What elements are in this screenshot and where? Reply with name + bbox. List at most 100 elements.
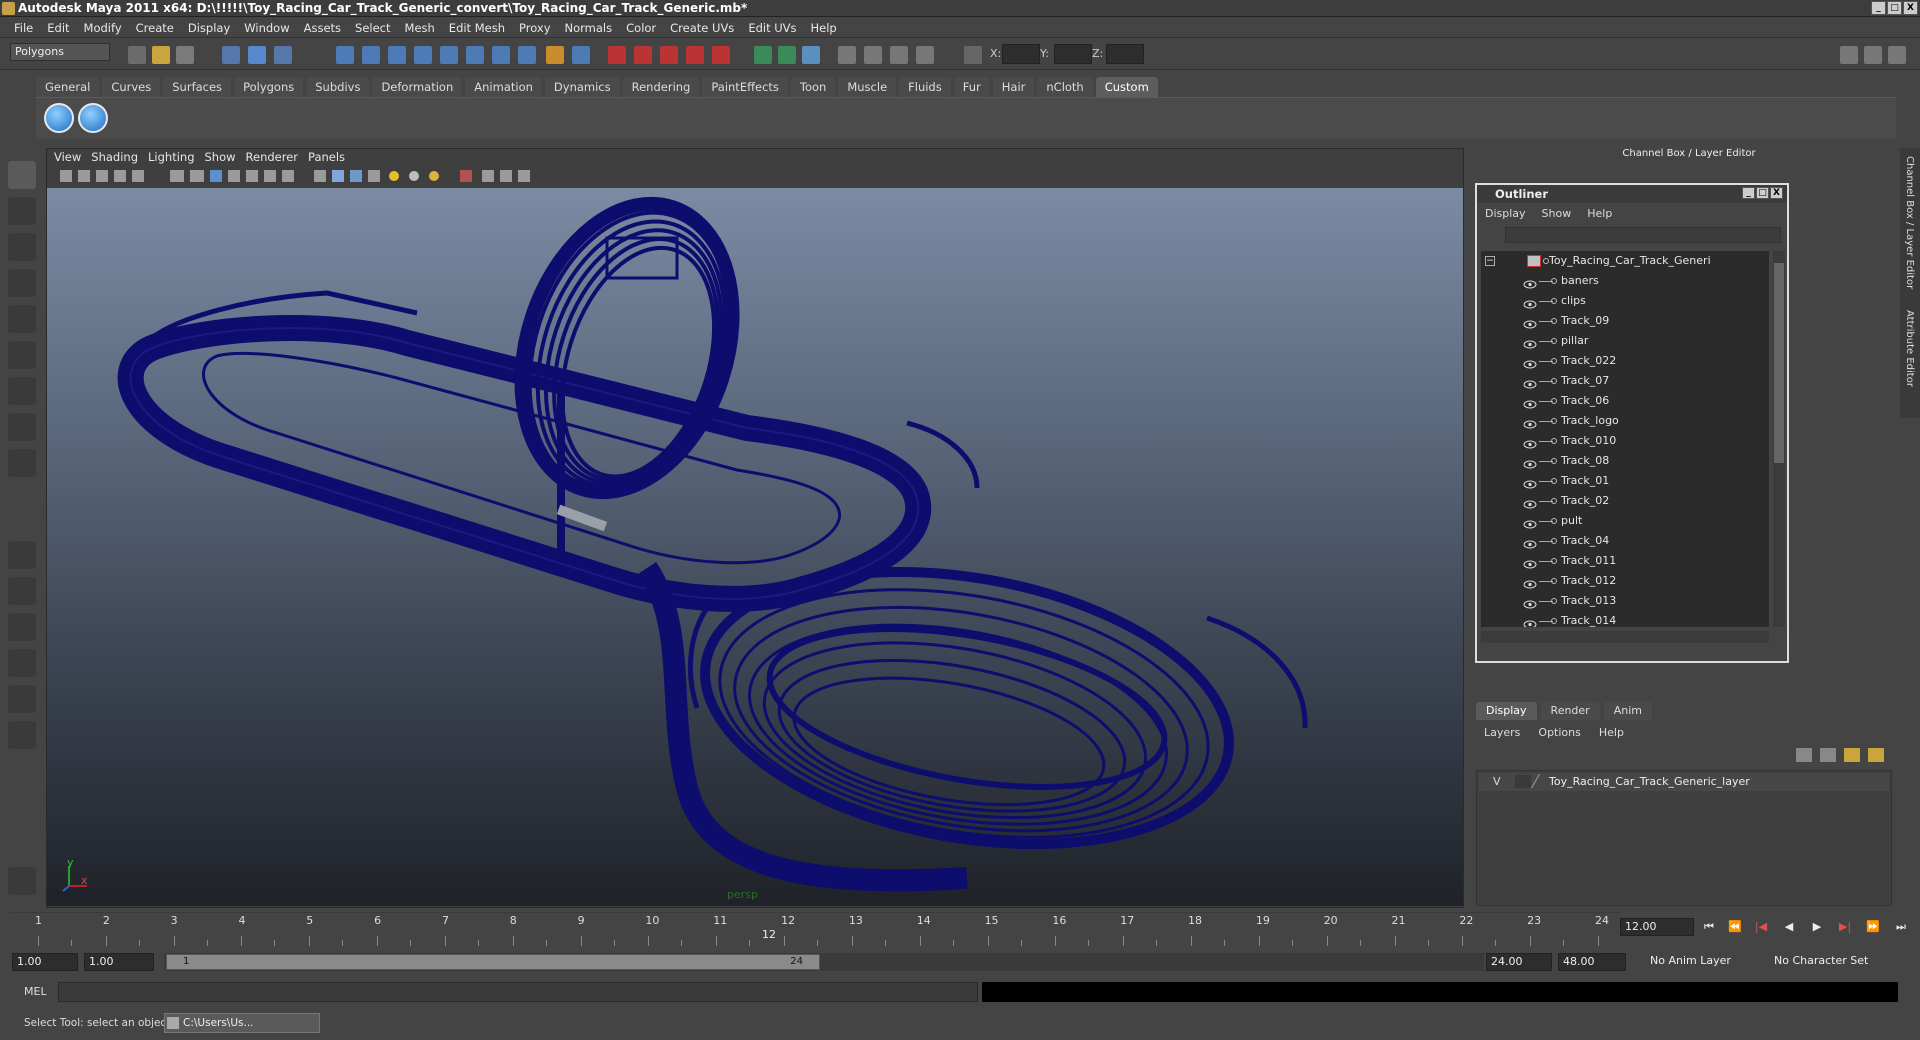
outliner-vertical-scrollbar[interactable] bbox=[1773, 251, 1785, 627]
shelf-tab-surfaces[interactable]: Surfaces bbox=[163, 77, 232, 97]
layer-tab-display[interactable]: Display bbox=[1476, 702, 1537, 720]
outliner-item[interactable]: Track_013 bbox=[1481, 591, 1769, 611]
soft-mod-icon[interactable] bbox=[8, 413, 36, 441]
menu-set-dropdown[interactable]: Polygons bbox=[10, 43, 110, 61]
outliner-item[interactable]: Track_011 bbox=[1481, 551, 1769, 571]
layout-icon-1[interactable] bbox=[1840, 46, 1858, 64]
outliner-item[interactable]: Track_09 bbox=[1481, 311, 1769, 331]
x-field[interactable] bbox=[1002, 44, 1040, 64]
move-up-icon[interactable] bbox=[1844, 748, 1860, 762]
checkmark-shelf-icon-2[interactable] bbox=[78, 103, 108, 133]
channel-toggle-icon[interactable] bbox=[802, 46, 820, 64]
shelf-tab-animation[interactable]: Animation bbox=[465, 77, 542, 97]
menu-edit[interactable]: Edit bbox=[41, 21, 77, 35]
outliner-horizontal-scrollbar[interactable] bbox=[1481, 631, 1769, 643]
layout-four-icon[interactable] bbox=[8, 577, 36, 605]
outliner-scroll-thumb[interactable] bbox=[1774, 263, 1784, 463]
outliner-item[interactable]: Track_06 bbox=[1481, 391, 1769, 411]
outliner-item[interactable]: Track_04 bbox=[1481, 531, 1769, 551]
select-tool-icon[interactable] bbox=[8, 161, 36, 189]
shelf-tab-dynamics[interactable]: Dynamics bbox=[544, 77, 620, 97]
scale-tool-icon[interactable] bbox=[8, 341, 36, 369]
outliner-item[interactable]: Track_010 bbox=[1481, 431, 1769, 451]
mel-input-field[interactable] bbox=[58, 982, 978, 1002]
input-line-icon[interactable] bbox=[754, 46, 772, 64]
shelf-tab-general[interactable]: General bbox=[36, 77, 100, 97]
manipulator-tool-icon[interactable] bbox=[8, 377, 36, 405]
menu-window[interactable]: Window bbox=[238, 21, 297, 35]
outliner-item[interactable]: Track_014 bbox=[1481, 611, 1769, 627]
outliner-minimize-button[interactable]: _ bbox=[1742, 187, 1755, 199]
menu-create-uvs[interactable]: Create UVs bbox=[664, 21, 742, 35]
snap-point-icon[interactable] bbox=[388, 46, 406, 64]
layout-icon-3[interactable] bbox=[1888, 46, 1906, 64]
shelf-tab-custom[interactable]: Custom bbox=[1095, 77, 1158, 97]
playback-end-field[interactable]: 24.00 bbox=[1486, 953, 1552, 971]
rename-icon[interactable] bbox=[778, 46, 796, 64]
shelf-tab-rendering[interactable]: Rendering bbox=[622, 77, 700, 97]
layout-custom-icon[interactable] bbox=[8, 721, 36, 749]
anim-layer-dropdown[interactable]: No Anim Layer bbox=[1646, 953, 1756, 971]
menu-edit-uvs[interactable]: Edit UVs bbox=[742, 21, 804, 35]
layout-hypershade-icon[interactable] bbox=[8, 685, 36, 713]
time-slider[interactable]: 1 2 3 4 5 6 7 8 9 10 11 12 13 14 15 16 17 18 19 20 21 22 23 24 bbox=[10, 912, 1620, 946]
z-field[interactable] bbox=[1106, 44, 1144, 64]
menu-display[interactable]: Display bbox=[182, 21, 238, 35]
shelf-tab-deformation[interactable]: Deformation bbox=[372, 77, 463, 97]
playback-start-field[interactable]: 1.00 bbox=[84, 953, 154, 971]
new-layer-selected-icon[interactable] bbox=[1820, 748, 1836, 762]
vp-menu-renderer[interactable]: Renderer bbox=[244, 150, 307, 166]
lasso-tool-icon[interactable] bbox=[8, 197, 36, 225]
rotate-tool-icon[interactable] bbox=[8, 305, 36, 333]
minimized-window-item[interactable]: C:\Users\Us... bbox=[164, 1013, 320, 1033]
outliner-item[interactable]: Track_07 bbox=[1481, 371, 1769, 391]
3d-viewport[interactable]: y x persp bbox=[47, 188, 1463, 906]
snap-surface-icon[interactable] bbox=[440, 46, 458, 64]
character-set-dropdown[interactable]: No Character Set bbox=[1770, 953, 1882, 971]
layer-tab-render[interactable]: Render bbox=[1540, 702, 1600, 720]
shelf-tab-subdivs[interactable]: Subdivs bbox=[306, 77, 370, 97]
query-icon[interactable] bbox=[518, 46, 536, 64]
shelf-tab-painteffects[interactable]: PaintEffects bbox=[702, 77, 788, 97]
channel-box-side-tab[interactable]: Channel Box / Layer Editor bbox=[1904, 156, 1915, 289]
new-layer-empty-icon[interactable] bbox=[1796, 748, 1812, 762]
last-tool-icon[interactable] bbox=[8, 449, 36, 477]
move-tool-icon[interactable] bbox=[8, 269, 36, 297]
step-back-key-icon[interactable]: ⏪ bbox=[1726, 920, 1744, 936]
snap-grid-icon[interactable] bbox=[336, 46, 354, 64]
outliner-menu-help[interactable]: Help bbox=[1587, 205, 1628, 223]
render-view-icon[interactable] bbox=[712, 46, 730, 64]
tool-settings-icon[interactable] bbox=[864, 46, 882, 64]
mel-label[interactable]: MEL bbox=[24, 985, 47, 998]
outliner-item[interactable]: Track_022 bbox=[1481, 351, 1769, 371]
layer-menu-layers[interactable]: Layers bbox=[1484, 726, 1538, 739]
select-component-icon[interactable] bbox=[274, 46, 292, 64]
menu-proxy[interactable]: Proxy bbox=[513, 21, 559, 35]
render-settings-icon[interactable] bbox=[660, 46, 678, 64]
step-forward-frame-icon[interactable]: ▶| bbox=[1836, 920, 1854, 936]
menu-help[interactable]: Help bbox=[805, 21, 845, 35]
layout-single-icon[interactable] bbox=[8, 541, 36, 569]
play-backwards-icon[interactable]: ◀ bbox=[1780, 920, 1798, 936]
construction-icon[interactable] bbox=[492, 46, 510, 64]
y-field[interactable] bbox=[1054, 44, 1092, 64]
shelf-tab-hair[interactable]: Hair bbox=[992, 77, 1035, 97]
select-lock-icon[interactable] bbox=[572, 46, 590, 64]
history-icon[interactable] bbox=[466, 46, 484, 64]
close-button[interactable]: X bbox=[1903, 1, 1918, 15]
script-icon[interactable] bbox=[8, 867, 36, 895]
menu-create[interactable]: Create bbox=[130, 21, 182, 35]
shelf-tab-fluids[interactable]: Fluids bbox=[899, 77, 951, 97]
attribute-toggle-icon[interactable] bbox=[838, 46, 856, 64]
outliner-root-item[interactable]: − Toy_Racing_Car_Track_Generi bbox=[1481, 251, 1769, 271]
outliner-menu-show[interactable]: Show bbox=[1542, 205, 1588, 223]
outliner-filter-field[interactable] bbox=[1505, 227, 1781, 243]
shelf-tab-polygons[interactable]: Polygons bbox=[234, 77, 304, 97]
viewport-toolbar-icons[interactable] bbox=[52, 168, 572, 184]
attribute-editor-side-tab[interactable]: Attribute Editor bbox=[1904, 310, 1915, 387]
range-slider-handle[interactable]: 1 24 bbox=[166, 954, 820, 970]
transform-mode-icon[interactable] bbox=[964, 46, 982, 64]
go-to-start-icon[interactable]: ⏮ bbox=[1700, 920, 1718, 936]
shelf-tab-muscle[interactable]: Muscle bbox=[838, 77, 897, 97]
move-down-icon[interactable] bbox=[1868, 748, 1884, 762]
